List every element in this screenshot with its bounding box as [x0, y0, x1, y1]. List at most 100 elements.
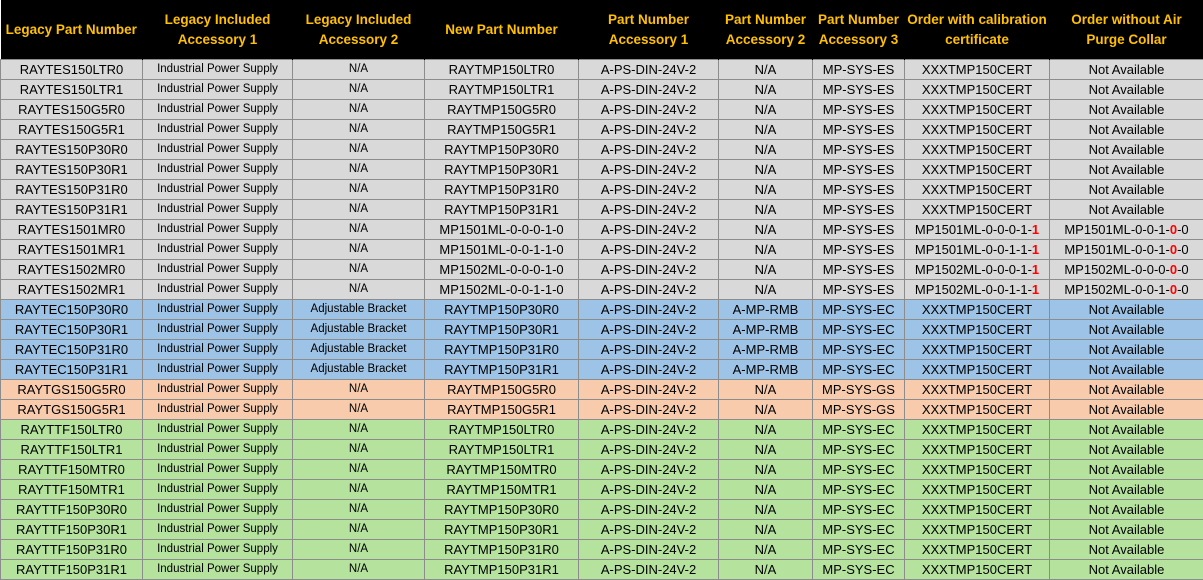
cell-calibration-certificate-text: XXXTMP150CERT	[922, 182, 1032, 197]
cell-accessory-1: A-PS-DIN-24V-2	[579, 540, 719, 560]
cell-legacy-part-number-text: RAYTES1502MR0	[18, 262, 125, 277]
cell-accessory-3: MP-SYS-GS	[813, 380, 905, 400]
cell-accessory-3: MP-SYS-EC	[813, 320, 905, 340]
cell-accessory-2-text: N/A	[755, 242, 777, 257]
cell-calibration-certificate: XXXTMP150CERT	[905, 420, 1050, 440]
cell-accessory-3: MP-SYS-ES	[813, 200, 905, 220]
cell-without-air-purge-collar-text: Not Available	[1089, 82, 1165, 97]
cell-accessory-3-text: MP-SYS-EC	[822, 442, 894, 457]
cell-legacy-accessory-1-text: Industrial Power Supply	[157, 243, 278, 255]
cell-accessory-2-text: N/A	[755, 422, 777, 437]
cell-legacy-accessory-2: N/A	[293, 200, 425, 220]
cell-accessory-2-text: N/A	[755, 462, 777, 477]
cell-legacy-part-number: RAYTES150LTR1	[1, 80, 143, 100]
cell-without-air-purge-collar-text: Not Available	[1089, 322, 1165, 337]
cell-new-part-number-text: MP1502ML-0-0-1-1-0	[439, 282, 563, 297]
cell-legacy-accessory-2: N/A	[293, 120, 425, 140]
cell-legacy-accessory-1: Industrial Power Supply	[143, 400, 293, 420]
cell-without-air-purge-collar: Not Available	[1050, 160, 1203, 180]
cell-new-part-number: RAYTMP150G5R1	[425, 400, 579, 420]
cell-legacy-accessory-2-text: N/A	[349, 543, 368, 555]
cell-legacy-accessory-1-text: Industrial Power Supply	[157, 103, 278, 115]
cell-accessory-2: N/A	[719, 180, 813, 200]
cell-accessory-3-text: MP-SYS-ES	[823, 242, 895, 257]
cell-legacy-accessory-1-text: Industrial Power Supply	[157, 363, 278, 375]
cell-new-part-number-text: RAYTMP150P30R0	[444, 502, 559, 517]
cell-without-air-purge-collar-text: Not Available	[1089, 202, 1165, 217]
cell-legacy-accessory-1-text: Industrial Power Supply	[157, 423, 278, 435]
cell-without-air-purge-collar-highlight-digit: 0	[1170, 262, 1177, 277]
cell-calibration-certificate-text: XXXTMP150CERT	[922, 122, 1032, 137]
cell-accessory-2-text: N/A	[755, 382, 777, 397]
cell-legacy-accessory-2-text: N/A	[349, 423, 368, 435]
cell-legacy-part-number: RAYTTF150LTR1	[1, 440, 143, 460]
cell-legacy-part-number-text: RAYTGS150G5R0	[17, 382, 125, 397]
cell-accessory-3: MP-SYS-ES	[813, 140, 905, 160]
table-row: RAYTEC150P30R0Industrial Power SupplyAdj…	[1, 300, 1203, 320]
cell-legacy-part-number: RAYTTF150P31R0	[1, 540, 143, 560]
cell-legacy-accessory-2-text: N/A	[349, 563, 368, 575]
cell-calibration-certificate: XXXTMP150CERT	[905, 520, 1050, 540]
cell-legacy-accessory-1: Industrial Power Supply	[143, 300, 293, 320]
cell-legacy-part-number: RAYTTF150LTR0	[1, 420, 143, 440]
cell-legacy-accessory-2-text: N/A	[349, 123, 368, 135]
cell-accessory-2-text: N/A	[755, 482, 777, 497]
cell-accessory-3: MP-SYS-ES	[813, 160, 905, 180]
cell-accessory-3-text: MP-SYS-EC	[822, 362, 894, 377]
cell-accessory-1-text: A-PS-DIN-24V-2	[601, 482, 696, 497]
cell-legacy-accessory-2-text: N/A	[349, 403, 368, 415]
cell-new-part-number: RAYTMP150P30R0	[425, 500, 579, 520]
cell-accessory-3-text: MP-SYS-EC	[822, 302, 894, 317]
cell-legacy-part-number: RAYTTF150P31R1	[1, 560, 143, 580]
cell-accessory-3-text: MP-SYS-ES	[823, 202, 895, 217]
cell-accessory-1-text: A-PS-DIN-24V-2	[601, 442, 696, 457]
cell-legacy-accessory-1-text: Industrial Power Supply	[157, 303, 278, 315]
table-row: RAYTTF150P31R0Industrial Power SupplyN/A…	[1, 540, 1203, 560]
cell-without-air-purge-collar-text: MP1501ML-0-0-1-	[1064, 222, 1170, 237]
cell-new-part-number: MP1501ML-0-0-1-1-0	[425, 240, 579, 260]
header-new-part-number: New Part Number	[425, 0, 579, 60]
cell-without-air-purge-collar: Not Available	[1050, 60, 1203, 80]
cell-new-part-number: RAYTMP150MTR0	[425, 460, 579, 480]
cell-accessory-1: A-PS-DIN-24V-2	[579, 140, 719, 160]
cell-legacy-part-number: RAYTES150P31R0	[1, 180, 143, 200]
cell-without-air-purge-collar: Not Available	[1050, 360, 1203, 380]
cell-legacy-part-number: RAYTES1501MR1	[1, 240, 143, 260]
cell-accessory-3-text: MP-SYS-ES	[823, 142, 895, 157]
cell-accessory-1-text: A-PS-DIN-24V-2	[601, 62, 696, 77]
cell-accessory-3-text: MP-SYS-EC	[822, 522, 894, 537]
cell-legacy-accessory-2-text: Adjustable Bracket	[311, 363, 407, 375]
cell-legacy-accessory-1-text: Industrial Power Supply	[157, 403, 278, 415]
cell-calibration-certificate: MP1502ML-0-0-1-1-1	[905, 280, 1050, 300]
cell-legacy-accessory-2: Adjustable Bracket	[293, 340, 425, 360]
cell-new-part-number: RAYTMP150P31R1	[425, 360, 579, 380]
cell-calibration-certificate: XXXTMP150CERT	[905, 120, 1050, 140]
cell-calibration-certificate: XXXTMP150CERT	[905, 300, 1050, 320]
cell-legacy-accessory-1: Industrial Power Supply	[143, 340, 293, 360]
cell-legacy-part-number: RAYTGS150G5R0	[1, 380, 143, 400]
cell-accessory-2-text: N/A	[755, 222, 777, 237]
cell-legacy-accessory-2: N/A	[293, 140, 425, 160]
cell-legacy-accessory-2: N/A	[293, 160, 425, 180]
cell-legacy-accessory-2: N/A	[293, 180, 425, 200]
cell-legacy-accessory-1-text: Industrial Power Supply	[157, 183, 278, 195]
table-row: RAYTES150P31R0 Industrial Power Supply N/A…	[1, 180, 1203, 200]
cell-calibration-certificate-text: XXXTMP150CERT	[922, 442, 1032, 457]
cell-legacy-accessory-1: Industrial Power Supply	[143, 260, 293, 280]
cell-accessory-1-text: A-PS-DIN-24V-2	[601, 122, 696, 137]
cell-without-air-purge-collar-text: Not Available	[1089, 62, 1165, 77]
cell-accessory-3: MP-SYS-ES	[813, 280, 905, 300]
cell-calibration-certificate: XXXTMP150CERT	[905, 180, 1050, 200]
cell-new-part-number: RAYTMP150P30R1	[425, 160, 579, 180]
cell-accessory-2: N/A	[719, 380, 813, 400]
cell-accessory-2: N/A	[719, 260, 813, 280]
cell-new-part-number: RAYTMP150P31R0	[425, 340, 579, 360]
cell-accessory-1: A-PS-DIN-24V-2	[579, 100, 719, 120]
cell-without-air-purge-collar: Not Available	[1050, 300, 1203, 320]
cell-new-part-number: RAYTMP150P31R0	[425, 540, 579, 560]
cell-accessory-2: N/A	[719, 240, 813, 260]
cell-accessory-2: N/A	[719, 400, 813, 420]
cell-calibration-certificate: XXXTMP150CERT	[905, 480, 1050, 500]
cell-calibration-certificate: XXXTMP150CERT	[905, 460, 1050, 480]
cell-accessory-2-text: A-MP-RMB	[733, 302, 799, 317]
